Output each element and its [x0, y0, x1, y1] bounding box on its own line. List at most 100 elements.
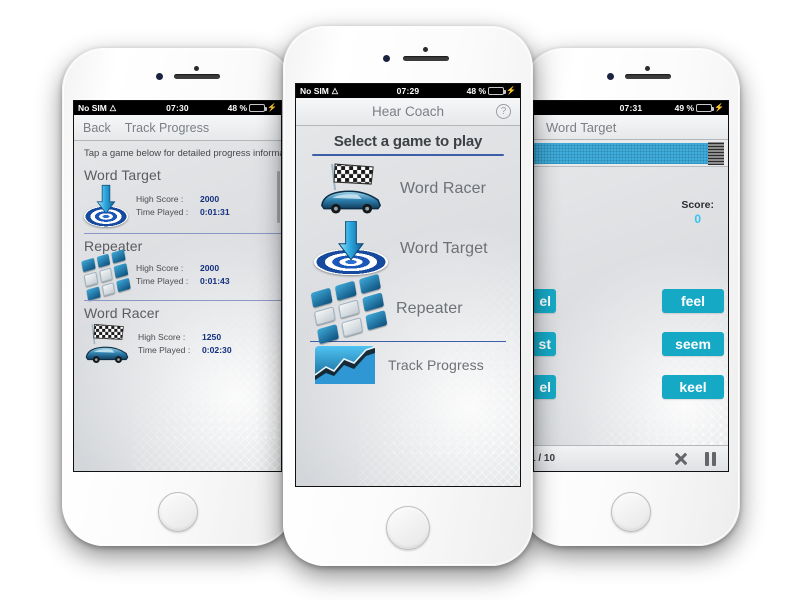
earpiece-speaker [174, 74, 220, 79]
arrow-glyph [337, 220, 365, 261]
home-button[interactable] [386, 506, 430, 550]
app-title: Hear Coach [371, 104, 445, 119]
menu-item-label: Word Target [400, 239, 488, 257]
battery-percent-label: 49 % [674, 103, 695, 113]
high-score-value: 2000 [200, 194, 220, 205]
word-row: st seem [534, 332, 728, 356]
round-counter: 1 / 10 [534, 453, 556, 464]
word-row: el feel [534, 289, 728, 313]
repeater-icon [81, 249, 131, 301]
time-played-value: 0:01:43 [200, 276, 230, 287]
charging-bolt-icon: ⚡ [506, 86, 516, 95]
word-racer-icon [314, 162, 388, 216]
phone-right-bezel-top [522, 48, 740, 100]
charging-bolt-icon: ⚡ [267, 103, 277, 112]
score-display: Score: 0 [681, 199, 714, 226]
time-played-label: Time Played : [136, 276, 189, 287]
game-name: Word Target [84, 166, 161, 183]
score-value: 0 [694, 212, 701, 226]
progress-fill [534, 143, 708, 164]
main-menu-body: Select a game to play Word Racer Word Ta… [296, 126, 520, 486]
word-target-icon [84, 184, 128, 228]
menu-item-word-target[interactable]: Word Target [296, 219, 520, 279]
car-glyph [321, 190, 382, 214]
battery-icon [696, 104, 715, 112]
menu-heading: Select a game to play [333, 133, 483, 150]
score-label: Score: [681, 199, 714, 211]
screenshot-stage: No SIM △ 07:30 48 % ⚡ Back Track Progres… [0, 0, 800, 600]
progress-row-repeater[interactable]: Repeater High Score: 2000 Time Played:… [81, 232, 281, 301]
home-button[interactable] [611, 492, 651, 532]
time-played-value: 0:01:31 [200, 207, 230, 218]
time-played-value: 0:02:30 [202, 345, 232, 356]
progress-row-word-racer[interactable]: Word Racer High Score: 1250 Time Played… [84, 299, 281, 366]
earpiece-speaker [625, 74, 671, 79]
proximity-sensor-icon [645, 66, 650, 71]
phone-left-screen: No SIM △ 07:30 48 % ⚡ Back Track Progres… [73, 100, 282, 472]
high-score-label: High Score : [136, 263, 184, 274]
progress-checker-end [708, 142, 724, 165]
word-button-left[interactable]: st [534, 332, 556, 356]
heading-underline [312, 154, 504, 156]
phone-right-word-target-game: 07:31 49 % ⚡ Word Target Score: 0 el fee… [522, 48, 740, 546]
menu-item-label: Repeater [396, 299, 463, 317]
page-title: Word Target [546, 119, 617, 135]
proximity-sensor-icon [194, 66, 199, 71]
time-played-label: Time Played : [138, 345, 191, 356]
phone-center-main-menu: No SIM △ 07:29 48 % ⚡ Hear Coach ? Selec… [283, 26, 533, 566]
word-target-game-body: Score: 0 el feel st seem el keel / 10 [534, 167, 728, 471]
game-menu-list: Word Racer Word Target Repeater Track Pr… [296, 159, 520, 389]
menu-heading-block: Select a game to play [296, 126, 520, 159]
phone-center-screen: No SIM △ 07:29 48 % ⚡ Hear Coach ? Selec… [295, 83, 521, 487]
word-button-left[interactable]: el [534, 289, 556, 313]
status-bar-center: No SIM △ 07:29 48 % ⚡ [296, 84, 520, 98]
status-bar-right: 07:31 49 % ⚡ [534, 101, 728, 115]
menu-item-track-progress[interactable]: Track Progress [296, 342, 520, 388]
help-icon[interactable]: ? [496, 104, 511, 119]
progress-row-word-target[interactable]: Word Target High Score: 2000 Time Playe… [84, 165, 281, 228]
high-score-value: 1250 [202, 332, 222, 343]
menu-item-repeater[interactable]: Repeater [296, 273, 520, 344]
close-x-icon[interactable] [674, 451, 689, 466]
battery-icon [249, 104, 268, 112]
front-camera-icon [607, 73, 614, 80]
phone-center-bezel-top [283, 26, 533, 83]
high-score-value: 2000 [200, 263, 220, 274]
progress-game-list: Word Target High Score: 2000 Time Playe… [74, 165, 281, 366]
word-button-left[interactable]: el [534, 375, 556, 399]
car-glyph [85, 346, 129, 364]
page-title: Track Progress [124, 120, 210, 135]
nav-bar-center: Hear Coach ? [296, 98, 520, 126]
chart-glyph [314, 346, 376, 384]
back-button[interactable]: Back [83, 121, 111, 135]
battery-icon [488, 87, 507, 95]
battery-percent-label: 48 % [227, 103, 248, 113]
word-choice-grid: el feel st seem el keel [534, 289, 728, 418]
word-target-icon [314, 220, 388, 277]
word-row: el keel [534, 375, 728, 399]
pause-icon[interactable] [704, 451, 716, 466]
nav-bar-right: Word Target [534, 115, 728, 140]
phone-left-bezel-top [62, 48, 294, 100]
word-button-right[interactable]: feel [662, 289, 724, 313]
battery-percent-label: 48 % [466, 86, 487, 96]
word-button-right[interactable]: seem [662, 332, 724, 356]
progress-hint-text: Tap a game below for detailed progress i… [84, 148, 281, 159]
earpiece-speaker [403, 55, 449, 61]
home-button[interactable] [158, 492, 198, 532]
menu-item-word-racer[interactable]: Word Racer [296, 159, 520, 219]
menu-item-label: Track Progress [388, 357, 484, 373]
word-button-right[interactable]: keel [662, 375, 724, 399]
word-racer-icon [84, 322, 130, 366]
menu-item-label: Word Racer [400, 179, 487, 197]
charging-bolt-icon: ⚡ [714, 103, 724, 112]
phone-right-screen: 07:31 49 % ⚡ Word Target Score: 0 el fee… [533, 100, 729, 472]
front-camera-icon [383, 54, 390, 62]
high-score-label: High Score : [138, 332, 186, 343]
high-score-label: High Score : [136, 194, 184, 205]
track-progress-icon [314, 345, 376, 385]
proximity-sensor-icon [423, 46, 428, 52]
phone-left-track-progress: No SIM △ 07:30 48 % ⚡ Back Track Progres… [62, 48, 294, 546]
game-progress-bar [534, 140, 728, 167]
status-bar-left: No SIM △ 07:30 48 % ⚡ [74, 101, 281, 115]
